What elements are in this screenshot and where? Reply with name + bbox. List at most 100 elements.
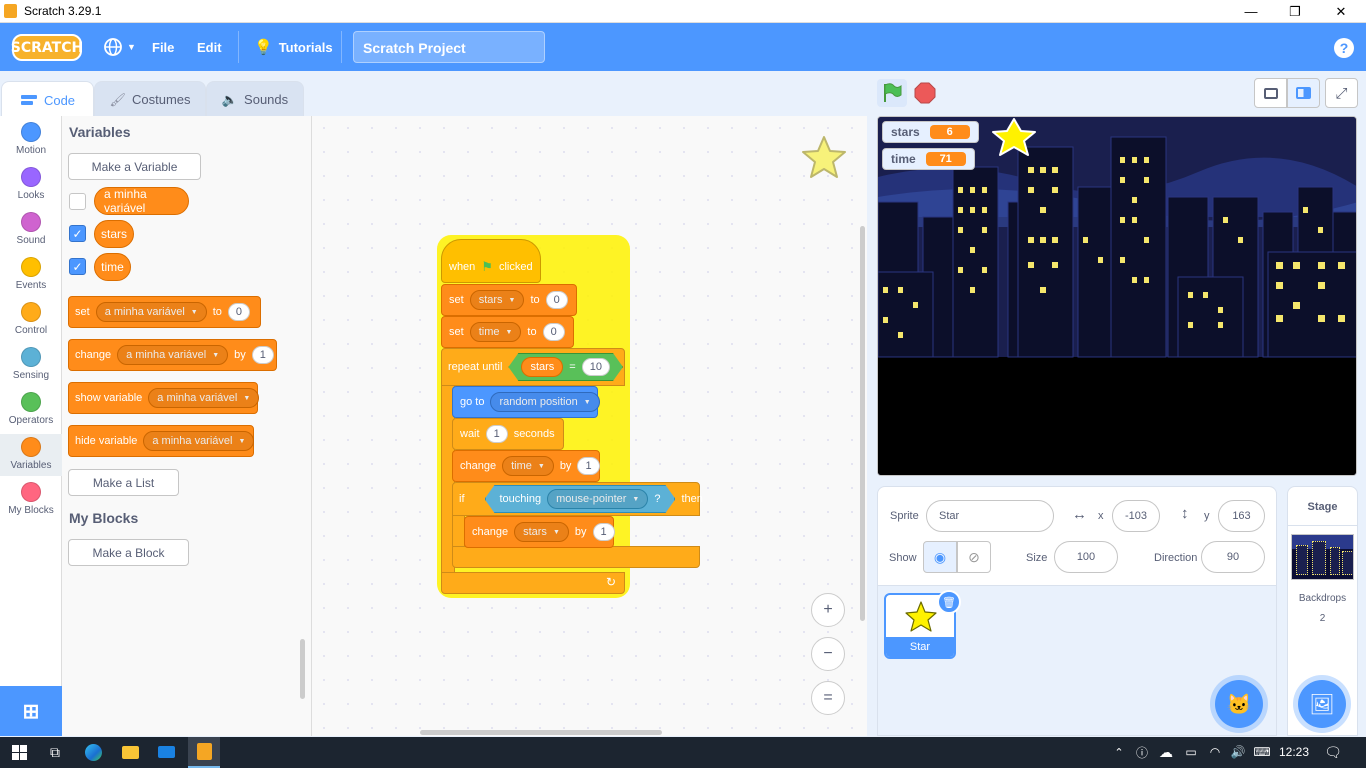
close-window-button[interactable]: ✕ — [1318, 0, 1364, 23]
tray-icon[interactable]: ⓘ — [1131, 742, 1153, 762]
choose-backdrop-button[interactable]: 🖼 — [1298, 680, 1346, 728]
touching-target-dropdown[interactable]: mouse-pointer ▼ — [547, 489, 648, 509]
large-stage-button[interactable] — [1287, 78, 1320, 108]
scratch-taskbar-button[interactable] — [188, 737, 220, 768]
stars-monitor[interactable]: stars 6 — [882, 121, 979, 143]
tab-code[interactable]: Code — [1, 81, 94, 118]
set-stars-block[interactable]: set stars ▼ to 0 — [441, 284, 577, 316]
change-variable-block[interactable]: change a minha variável ▼ by 1 — [68, 339, 277, 371]
small-stage-button[interactable] — [1254, 78, 1287, 108]
wait-block[interactable]: wait 1 seconds — [452, 418, 564, 450]
mail-taskbar-button[interactable] — [155, 742, 177, 762]
category-my-blocks[interactable]: My Blocks — [0, 482, 62, 516]
clock[interactable]: 12:23 — [1276, 742, 1312, 762]
hide-sprite-button[interactable]: ⊘ — [957, 541, 991, 573]
variable-reporter[interactable]: a minha variável — [94, 187, 189, 215]
category-sound[interactable]: Sound — [0, 212, 62, 246]
green-flag-button[interactable] — [877, 79, 907, 107]
start-button[interactable] — [8, 742, 30, 762]
hide-variable-block[interactable]: hide variable a minha variável ▼ — [68, 425, 255, 457]
variable-dropdown[interactable]: stars ▼ — [469, 290, 525, 310]
variable-dropdown[interactable]: a minha variável ▼ — [95, 302, 207, 322]
script-horizontal-scrollbar[interactable] — [420, 730, 662, 735]
variable-reporter[interactable]: time — [94, 253, 131, 281]
file-menu[interactable]: File — [152, 23, 174, 71]
target-dropdown[interactable]: random position ▼ — [490, 392, 600, 412]
notifications-button[interactable]: 🗨 — [1322, 742, 1344, 762]
equals-operator[interactable]: stars = 10 — [508, 353, 623, 381]
add-extension-button[interactable]: ⊞ — [0, 686, 62, 736]
edge-taskbar-button[interactable] — [82, 742, 104, 762]
variable-dropdown[interactable]: a minha variável ▼ — [148, 388, 260, 408]
value-input[interactable]: 0 — [227, 303, 251, 321]
zoom-reset-button[interactable]: = — [811, 681, 845, 715]
palette-scrollbar[interactable] — [300, 639, 305, 699]
value-input[interactable]: 10 — [582, 358, 610, 376]
category-sensing[interactable]: Sensing — [0, 347, 62, 381]
task-view-button[interactable]: ⧉ — [44, 742, 66, 762]
category-looks[interactable]: Looks — [0, 167, 62, 201]
script-vertical-scrollbar[interactable] — [860, 226, 865, 621]
make-list-button[interactable]: Make a List — [68, 469, 179, 496]
make-block-button[interactable]: Make a Block — [68, 539, 189, 566]
category-operators[interactable]: Operators — [0, 392, 62, 426]
volume-tray-icon[interactable]: 🔊 — [1227, 742, 1249, 762]
fullscreen-button[interactable]: ⤢ — [1325, 78, 1358, 108]
set-time-block[interactable]: set time ▼ to 0 — [441, 316, 574, 348]
variable-checkbox[interactable] — [69, 193, 86, 210]
zoom-out-button[interactable]: − — [811, 637, 845, 671]
zoom-in-button[interactable]: + — [811, 593, 845, 627]
change-time-block[interactable]: change time ▼ by 1 — [452, 450, 600, 482]
sprite-name-input[interactable]: Star — [926, 500, 1054, 532]
edit-menu[interactable]: Edit — [197, 23, 222, 71]
value-input[interactable]: 0 — [542, 323, 565, 341]
scratch-logo[interactable]: SCRATCH — [11, 34, 83, 61]
variable-dropdown[interactable]: a minha variável ▼ — [143, 431, 255, 451]
restore-button[interactable]: ❐ — [1272, 0, 1318, 23]
tutorials-button[interactable]: 💡 Tutorials — [254, 23, 333, 71]
project-title-input[interactable]: Scratch Project — [353, 31, 545, 63]
make-variable-button[interactable]: Make a Variable — [68, 153, 201, 180]
set-variable-block[interactable]: set a minha variável ▼ to 0 — [68, 296, 261, 328]
value-input[interactable]: 1 — [577, 457, 600, 475]
language-menu[interactable]: ▼ — [103, 23, 136, 71]
variable-dropdown[interactable]: a minha variável ▼ — [117, 345, 229, 365]
y-input[interactable]: 163 — [1218, 500, 1265, 532]
touching-block[interactable]: touching mouse-pointer ▼ ? — [485, 485, 676, 513]
network-tray-icon[interactable]: ◠ — [1204, 742, 1226, 762]
show-sprite-button[interactable]: ◉ — [923, 541, 957, 573]
tab-costumes[interactable]: 🖌 Costumes — [94, 81, 206, 117]
category-events[interactable]: Events — [0, 257, 62, 291]
show-variable-block[interactable]: show variable a minha variável ▼ — [68, 382, 260, 414]
variable-checkbox[interactable]: ✓ — [69, 258, 86, 275]
onedrive-tray-icon[interactable]: ☁ — [1155, 742, 1177, 762]
value-input[interactable]: 1 — [251, 346, 274, 364]
variable-dropdown[interactable]: time ▼ — [502, 456, 554, 476]
delete-sprite-button[interactable]: 🗑 — [937, 590, 961, 614]
x-input[interactable]: -103 — [1112, 500, 1160, 532]
variable-reporter[interactable]: stars — [94, 220, 134, 248]
show-hidden-icons[interactable]: ⌃ — [1108, 742, 1130, 762]
direction-input[interactable]: 90 — [1201, 541, 1265, 573]
stop-button[interactable] — [914, 82, 936, 104]
file-explorer-button[interactable] — [119, 742, 141, 762]
help-icon[interactable]: ? — [1334, 38, 1354, 58]
value-input[interactable]: 1 — [592, 523, 615, 541]
language-tray-icon[interactable]: ⌨ — [1251, 742, 1273, 762]
stage-canvas[interactable]: stars 6 time 71 — [877, 116, 1357, 476]
when-flag-clicked-block[interactable]: when ⚑ clicked — [441, 239, 541, 283]
variable-dropdown[interactable]: stars ▼ — [514, 522, 569, 542]
minimize-button[interactable]: — — [1228, 0, 1274, 23]
time-monitor[interactable]: time 71 — [882, 148, 975, 170]
value-input[interactable]: 0 — [545, 291, 568, 309]
go-to-block[interactable]: go to random position ▼ — [452, 386, 600, 418]
size-input[interactable]: 100 — [1054, 541, 1118, 573]
battery-tray-icon[interactable]: ▭ — [1180, 742, 1202, 762]
value-input[interactable]: 1 — [485, 425, 508, 443]
tab-sounds[interactable]: 🔈 Sounds — [206, 81, 304, 117]
variable-reporter[interactable]: stars — [521, 357, 563, 377]
category-variables[interactable]: Variables — [0, 434, 62, 476]
change-stars-block[interactable]: change stars ▼ by 1 — [464, 516, 615, 548]
variable-checkbox[interactable]: ✓ — [69, 225, 86, 242]
category-control[interactable]: Control — [0, 302, 62, 336]
